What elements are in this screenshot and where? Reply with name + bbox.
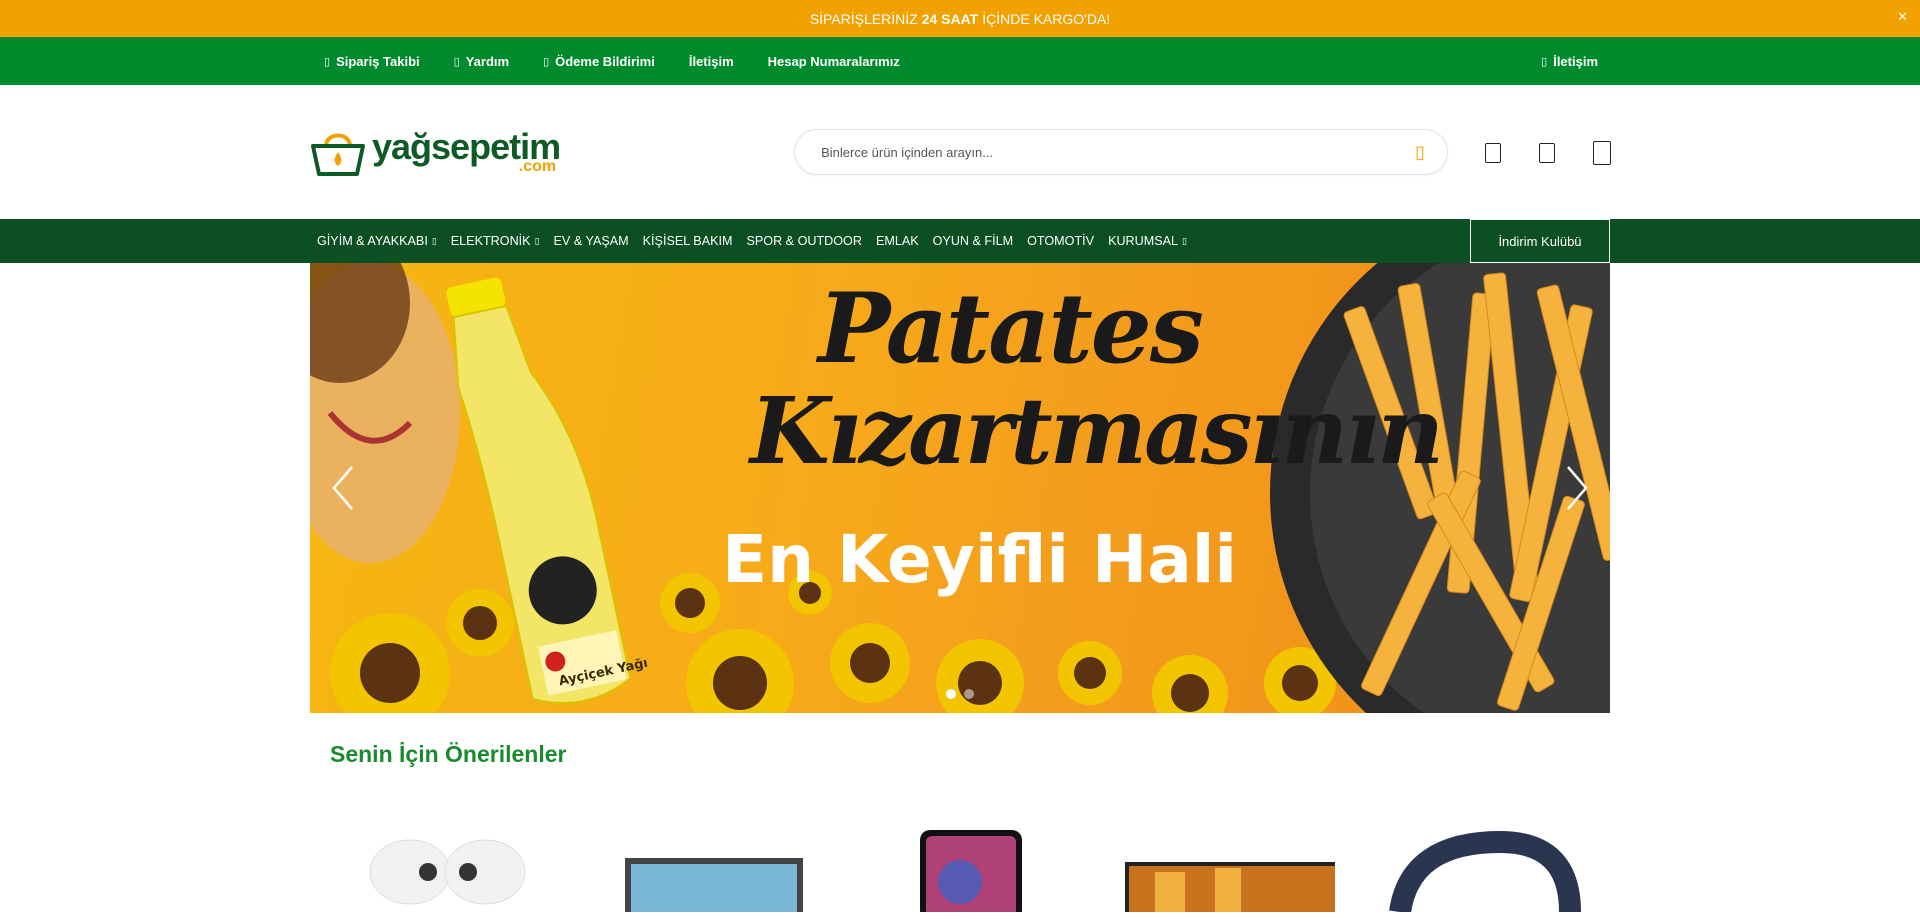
chevron-right-icon[interactable]	[1562, 463, 1592, 513]
announcement-text-1: SİPARİŞLERİNİZ	[809, 10, 918, 27]
product-card-laptop[interactable]	[585, 822, 825, 912]
nav-item-label: ELEKTRONİK	[450, 234, 531, 248]
top-right-contact[interactable]: ▯ İletişim	[1541, 54, 1610, 69]
hero-title: Patates Kızartmasının	[750, 272, 1444, 485]
slider-dot[interactable]	[964, 689, 974, 699]
nav-item-label: OTOMOTİV	[1027, 234, 1095, 248]
nav-item-games-film[interactable]: OYUN & FİLM	[933, 234, 1027, 248]
basket-logo-icon	[311, 133, 365, 176]
hero-slider[interactable]: Patates Kızartmasının En Keyifli Hali Ay…	[310, 263, 1610, 713]
phone-icon: ▯	[1541, 55, 1548, 68]
hero-subtitle: En Keyifli Hali	[722, 521, 1237, 598]
nav-item-real-estate[interactable]: EMLAK	[876, 234, 933, 248]
category-menu: GİYİM & AYAKKABI ▯ ELEKTRONİK ▯ EV & YAŞ…	[310, 219, 1201, 263]
hero-title-line2: Kızartmasının	[750, 377, 1444, 485]
search-input[interactable]	[821, 144, 1416, 160]
help-icon: ▯	[453, 55, 460, 68]
nav-item-personal-care[interactable]: KİŞİSEL BAKIM	[643, 234, 747, 248]
slider-dot[interactable]	[946, 689, 956, 699]
discount-club-button[interactable]: İndirim Kulübü	[1470, 219, 1610, 263]
chevron-down-icon: ▯	[1182, 235, 1187, 246]
truck-icon: ▯	[324, 55, 331, 68]
header: yağsepetim .com ▯	[0, 85, 1920, 219]
user-icon[interactable]	[1482, 141, 1502, 163]
logo-subtext: .com	[518, 158, 557, 175]
nav-item-automotive[interactable]: OTOMOTİV	[1027, 234, 1108, 248]
slider-dots	[946, 689, 974, 699]
top-link-label: İletişim	[688, 53, 734, 69]
product-card-tv[interactable]	[1095, 822, 1335, 912]
top-link-bank-accounts[interactable]: Hesap Numaralarımız	[768, 54, 900, 69]
chevron-down-icon: ▯	[534, 235, 540, 246]
top-link-contact[interactable]: İletişim	[689, 54, 734, 69]
cart-icon[interactable]	[1590, 141, 1611, 165]
top-link-help[interactable]: ▯ Yardım	[454, 54, 509, 69]
nav-item-electronics[interactable]: ELEKTRONİK ▯	[451, 234, 554, 248]
section-title-recommended: Senin İçin Önerilenler	[330, 741, 567, 767]
top-link-payment[interactable]: ▯ Ödeme Bildirimi	[543, 54, 655, 69]
nav-item-corporate[interactable]: KURUMSAL ▯	[1108, 234, 1201, 248]
nav-item-label: SPOR & OUTDOOR	[746, 234, 862, 248]
nav-item-label: EMLAK	[875, 234, 919, 248]
hero-title-line1: Patates	[818, 272, 1204, 385]
chevron-down-icon: ▯	[431, 235, 437, 246]
logo[interactable]: yağsepetim .com	[310, 126, 561, 178]
nav-item-label: EV & YAŞAM	[553, 234, 629, 248]
nav-item-sports[interactable]: SPOR & OUTDOOR	[746, 234, 875, 248]
close-icon[interactable]: ✕	[1897, 9, 1908, 25]
product-card-headphones[interactable]	[1350, 822, 1590, 912]
top-link-order-tracking[interactable]: ▯ Sipariş Takibi	[324, 54, 420, 69]
header-icons	[1482, 141, 1611, 165]
main-nav: GİYİM & AYAKKABI ▯ ELEKTRONİK ▯ EV & YAŞ…	[0, 219, 1920, 263]
chevron-left-icon[interactable]	[328, 463, 358, 513]
product-card-phone[interactable]	[840, 822, 1080, 912]
search-icon[interactable]: ▯	[1415, 142, 1425, 163]
nav-item-label: OYUN & FİLM	[932, 234, 1014, 248]
top-bar: ▯ Sipariş Takibi ▯ Yardım ▯ Ödeme Bildir…	[0, 37, 1920, 85]
nav-item-home[interactable]: EV & YAŞAM	[554, 234, 643, 248]
product-carousel	[310, 822, 1610, 912]
payment-icon: ▯	[543, 55, 550, 68]
top-link-label: Hesap Numaralarımız	[767, 53, 900, 69]
heart-icon[interactable]	[1536, 141, 1556, 163]
announcement-text-2: İÇİNDE KARGO'DA!	[982, 10, 1111, 27]
top-link-label: Ödeme Bildirimi	[555, 53, 655, 69]
announcement-text-bold: 24 SAAT	[921, 10, 979, 27]
announcement-bar: SİPARİŞLERİNİZ 24 SAAT İÇİNDE KARGO'DA! …	[0, 0, 1920, 37]
nav-item-label: KİŞİSEL BAKIM	[642, 234, 733, 248]
nav-item-label: GİYİM & AYAKKABI	[317, 234, 428, 248]
top-link-label: Sipariş Takibi	[336, 53, 420, 69]
nav-item-label: KURUMSAL	[1108, 234, 1179, 248]
top-link-label: Yardım	[465, 53, 510, 69]
top-right-label: İletişim	[1553, 53, 1598, 69]
nav-item-clothing[interactable]: GİYİM & AYAKKABI ▯	[317, 234, 451, 248]
product-card-earbuds[interactable]	[330, 822, 570, 912]
search-bar: ▯	[794, 129, 1448, 175]
top-links: ▯ Sipariş Takibi ▯ Yardım ▯ Ödeme Bildir…	[310, 54, 900, 69]
